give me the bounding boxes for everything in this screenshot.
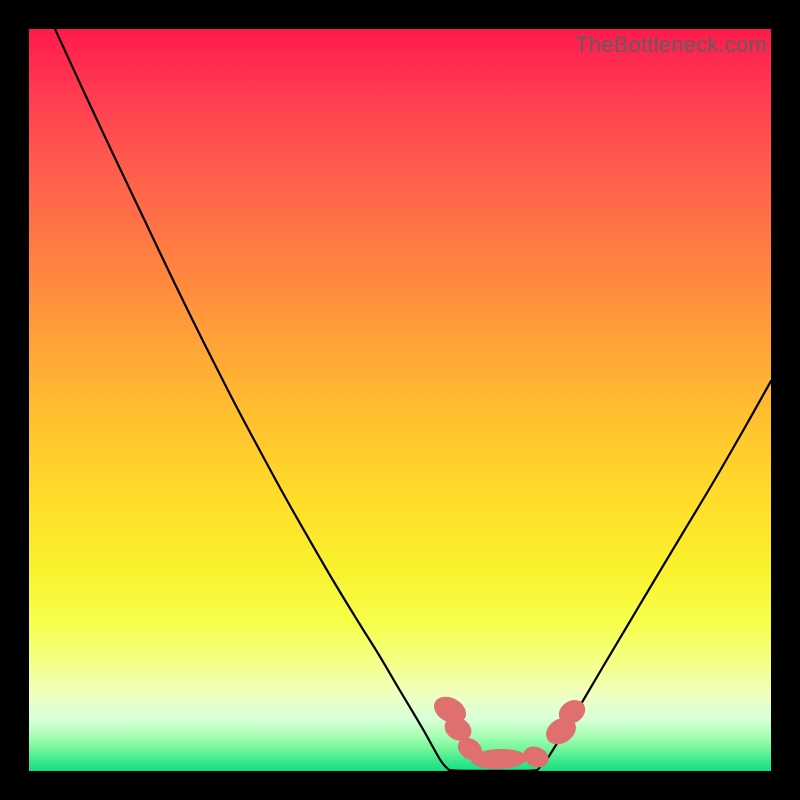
- curve-markers: [429, 691, 589, 771]
- curve-lines: [55, 29, 771, 771]
- bottleneck-curve: [55, 29, 771, 771]
- bottleneck-curve-chart: [29, 29, 771, 771]
- watermark-text: TheBottleneck.com: [575, 32, 767, 58]
- curve-marker-4: [520, 743, 552, 771]
- chart-plot-area: [29, 29, 771, 771]
- chart-frame: TheBottleneck.com: [0, 0, 800, 800]
